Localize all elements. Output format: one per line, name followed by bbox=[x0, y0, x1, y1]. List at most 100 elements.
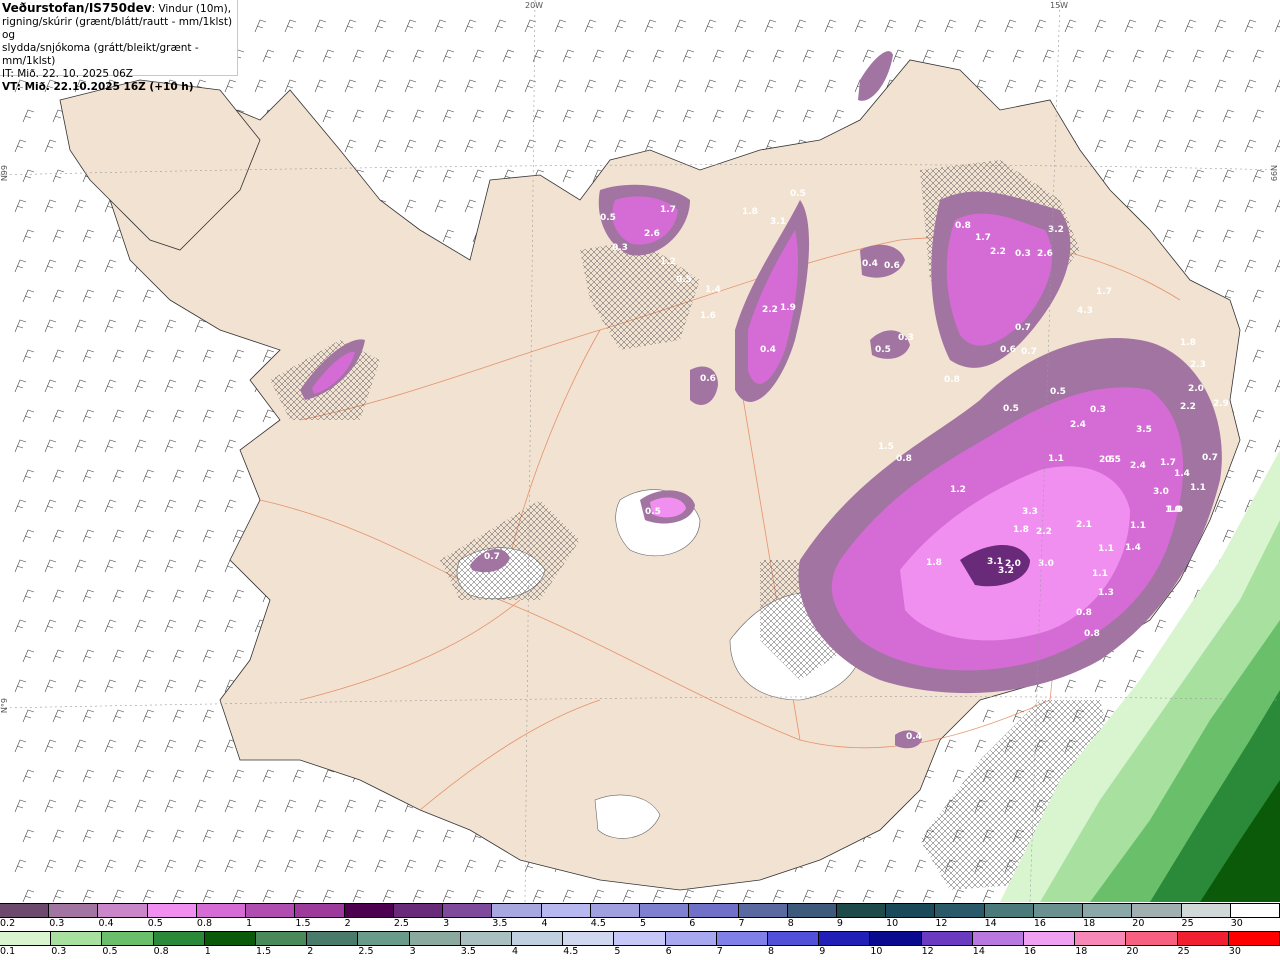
legend-swatch bbox=[409, 932, 461, 945]
precip-value-label: 3.0 bbox=[1038, 559, 1054, 569]
legend-swatch bbox=[0, 932, 52, 945]
legend-swatch bbox=[0, 904, 50, 917]
precip-value-label: 1.1 bbox=[1190, 483, 1206, 493]
legend-swatch bbox=[492, 904, 542, 917]
legend-label: 1 bbox=[246, 918, 253, 929]
legend-swatch bbox=[1181, 904, 1231, 917]
legend-swatch bbox=[972, 932, 1025, 945]
legend-swatch bbox=[102, 932, 154, 945]
precip-value-label: 0.4 bbox=[760, 345, 776, 355]
legend-label: 3.5 bbox=[492, 918, 508, 929]
legend-label: 3.5 bbox=[460, 946, 476, 957]
precip-value-label: 0.8 bbox=[896, 454, 912, 464]
precip-value-label: 1.2 bbox=[660, 257, 676, 267]
precip-value-label: 3.2 bbox=[998, 566, 1014, 576]
precip-value-label: 1.7 bbox=[1096, 287, 1112, 297]
weather-map[interactable]: 0.51.72.60.31.20.53.11.80.50.81.72.2 0.3 2… bbox=[0, 0, 1280, 902]
legend-swatch bbox=[307, 932, 359, 945]
precip-value-label: 0.5 bbox=[676, 275, 692, 285]
legend-swatch bbox=[738, 904, 788, 917]
legend-swatch bbox=[1132, 904, 1182, 917]
precip-value-label: 0.4 bbox=[906, 732, 922, 742]
legend-label: 2 bbox=[307, 946, 314, 957]
legend-label: 18 bbox=[1083, 918, 1096, 929]
precip-value-label: 2.9 bbox=[1213, 399, 1229, 409]
precip-value-label: 1.1 bbox=[1092, 569, 1108, 579]
legend-label: 0.2 bbox=[0, 918, 16, 929]
map-title-box: Veðurstofan/IS750dev: Vindur (10m), rign… bbox=[0, 0, 238, 93]
precip-value-label: 1.1 bbox=[1130, 521, 1146, 531]
legend-swatch bbox=[393, 904, 444, 917]
precip-value-label: 0.5 bbox=[1050, 387, 1066, 397]
legend-label: 4.5 bbox=[590, 918, 606, 929]
legend-label: 3 bbox=[409, 946, 416, 957]
title-line-3: slydda/snjókoma (grátt/bleikt/grænt - mm… bbox=[2, 42, 199, 67]
legend-label: 4.5 bbox=[563, 946, 579, 957]
legend-swatch bbox=[51, 932, 103, 945]
legend-label: 1.5 bbox=[256, 946, 272, 957]
precip-value-label: 3.1 bbox=[770, 217, 786, 227]
precip-value-label: 1.7 bbox=[1160, 458, 1176, 468]
precip-value-label: 1.4 bbox=[1125, 543, 1141, 553]
legend-label: 16 bbox=[1024, 946, 1037, 957]
legend-swatch bbox=[836, 904, 887, 917]
precip-value-label: 2.4 bbox=[1070, 420, 1086, 430]
legend-label: 0.4 bbox=[98, 918, 114, 929]
title-rest: : Vindur (10m), bbox=[151, 3, 232, 15]
legend-label: 1.5 bbox=[295, 918, 311, 929]
legend-label: 18 bbox=[1075, 946, 1088, 957]
legend-label: 14 bbox=[972, 946, 985, 957]
precip-value-label: 2.1 bbox=[1076, 520, 1092, 530]
legend-swatch bbox=[665, 932, 717, 945]
precip-value-label: 1.7 bbox=[660, 205, 676, 215]
precip-value-label: 0.8 bbox=[955, 221, 971, 231]
legend-swatch bbox=[147, 904, 197, 917]
legend-label: 7 bbox=[716, 946, 723, 957]
legend-label: 4 bbox=[541, 918, 548, 929]
legend-swatch bbox=[460, 932, 513, 945]
legend-swatch bbox=[512, 932, 564, 945]
legend-label: 9 bbox=[836, 918, 843, 929]
precip-value-label: 0.8 bbox=[1084, 629, 1100, 639]
precip-value-label: 0.7 bbox=[484, 552, 500, 562]
legend-label: 8 bbox=[787, 918, 794, 929]
precip-value-label: 0.7 bbox=[1021, 347, 1037, 357]
precip-value-label: 3.3 bbox=[1022, 507, 1038, 517]
legend-swatch bbox=[921, 932, 973, 945]
precip-value-label: 1.6 bbox=[1236, 413, 1252, 423]
precip-value-label: 0.5 bbox=[600, 213, 616, 223]
legend-label: 2 bbox=[344, 918, 351, 929]
precip-value-label: 1.7 bbox=[975, 233, 991, 243]
precip-value-label: 0.3 bbox=[612, 243, 628, 253]
precip-value-label: 0.7 bbox=[1015, 323, 1031, 333]
precip-value-label: 1.8 bbox=[1013, 525, 1029, 535]
legend-swatch bbox=[1033, 904, 1084, 917]
precip-value-label: 0.4 bbox=[862, 259, 878, 269]
legend-swatch bbox=[716, 932, 769, 945]
legend-label: 16 bbox=[1033, 918, 1046, 929]
precip-value-label: 0.5 bbox=[790, 189, 806, 199]
legend-rain: 0.1 0.3 0.5 0.8 1 1.5 2 2.5 3 3.5 4 4.5 5 6 7 8 9 10 12 14 1… bbox=[0, 931, 1280, 959]
legend-label: 0.1 bbox=[0, 946, 16, 957]
precip-value-label: 0.3 bbox=[1090, 405, 1106, 415]
legend-label: 5 bbox=[640, 918, 647, 929]
precip-value-label: 1.9 bbox=[780, 303, 796, 313]
grid-label-left-b: N°9 bbox=[0, 698, 9, 714]
legend-swatch bbox=[1230, 904, 1280, 917]
legend-label: 3 bbox=[443, 918, 450, 929]
precip-value-label: 1.8 bbox=[742, 207, 758, 217]
legend-label: 0.3 bbox=[49, 918, 65, 929]
legend-swatch bbox=[787, 904, 837, 917]
precip-value-label: 1.1 bbox=[1048, 454, 1064, 464]
legend-label: 1 bbox=[204, 946, 211, 957]
legend-swatch bbox=[689, 904, 739, 917]
legend-swatch bbox=[984, 904, 1034, 917]
legend-swatch bbox=[1126, 932, 1178, 945]
precip-value-label: 3.0 bbox=[1153, 487, 1169, 497]
grid-label-top-b: 15W bbox=[1050, 1, 1069, 10]
legend-label: 12 bbox=[935, 918, 948, 929]
legend-swatch bbox=[196, 904, 247, 917]
precip-value-label: 1.4 bbox=[1174, 469, 1190, 479]
legend-swatch bbox=[640, 904, 690, 917]
title-line-5: VT: Mið. 22.10.2025 16Z (+10 h) bbox=[2, 81, 194, 93]
